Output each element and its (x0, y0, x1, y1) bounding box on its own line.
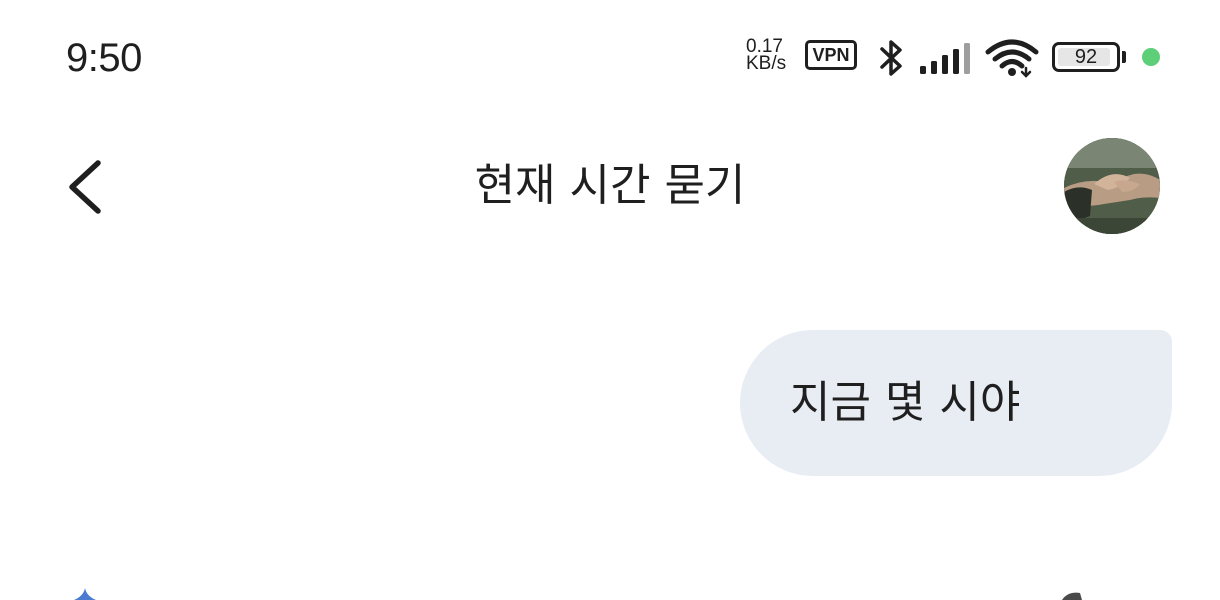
network-speed: 0.17 KB/s (746, 37, 796, 74)
speaker-icon (1062, 592, 1082, 600)
bluetooth-icon (880, 40, 902, 76)
wifi-icon (985, 39, 1039, 78)
status-bar: 9:50 0.17 KB/s VPN 92 (0, 0, 1220, 110)
battery-terminal (1122, 51, 1126, 63)
sparkle-icon (74, 588, 96, 600)
chat-screen: 9:50 0.17 KB/s VPN 92 현재 시간 묻기 지금 몇 시야 (0, 0, 1220, 600)
network-speed-unit: KB/s (746, 53, 787, 74)
status-time: 9:50 (66, 36, 142, 80)
vpn-icon: VPN (805, 40, 857, 70)
user-message-bubble: 지금 몇 시야 (740, 330, 1172, 476)
profile-photo-icon (1064, 138, 1160, 234)
chevron-left-icon (69, 160, 101, 214)
page-title: 현재 시간 묻기 (474, 160, 746, 211)
back-button[interactable] (52, 145, 124, 229)
active-indicator-dot (1142, 48, 1160, 66)
message-text: 지금 몇 시야 (790, 377, 1021, 428)
battery-icon: 92 (1052, 42, 1120, 72)
battery-percent: 92 (1074, 46, 1098, 68)
cellular-signal-icon (920, 43, 970, 74)
avatar[interactable] (1064, 138, 1160, 234)
